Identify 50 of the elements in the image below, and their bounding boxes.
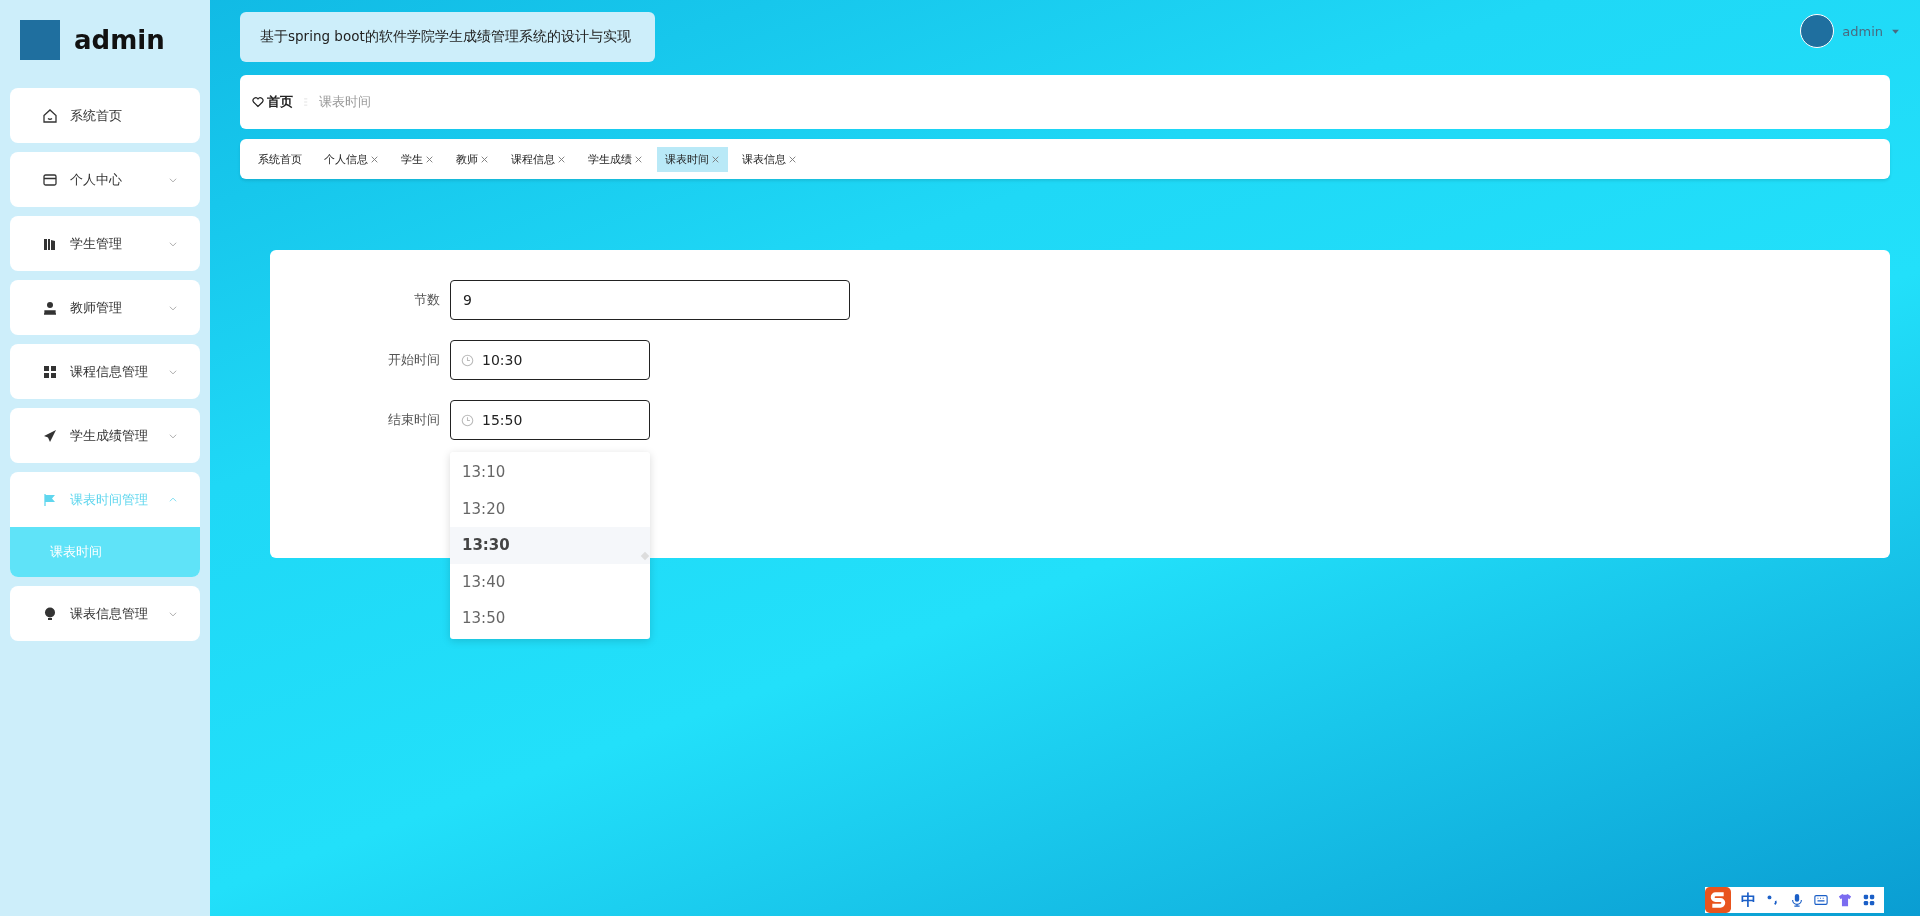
flag-icon	[42, 491, 58, 508]
person-stamp-icon	[42, 299, 58, 316]
app-title: 基于spring boot的软件学院学生成绩管理系统的设计与实现	[240, 12, 655, 62]
bulb-icon	[42, 605, 58, 622]
tab[interactable]: 个人信息	[316, 146, 387, 172]
breadcrumb-current: 课表时间	[319, 93, 371, 111]
dropdown-option[interactable]: 13:10	[450, 454, 650, 491]
keyboard-icon	[1814, 893, 1828, 907]
tab[interactable]: 学生	[393, 146, 442, 172]
scroll-thumb[interactable]	[640, 551, 650, 561]
heart-icon	[252, 96, 264, 108]
menu-item[interactable]: 个人中心	[10, 152, 200, 207]
dropdown-option[interactable]: 13:20	[450, 490, 650, 527]
field-label: 开始时间	[387, 351, 441, 369]
avatar-placeholder	[1800, 14, 1835, 48]
microphone-icon	[1790, 893, 1804, 907]
user-menu[interactable]: admin	[1800, 14, 1900, 48]
menu-item[interactable]: 系统首页	[10, 88, 200, 143]
apps-icon	[1862, 893, 1876, 907]
breadcrumb-link[interactable]: 首页	[267, 93, 293, 111]
tab[interactable]: 课程信息	[503, 146, 574, 172]
menu-item[interactable]: 教师管理	[10, 280, 200, 335]
tab[interactable]: 系统首页	[250, 146, 310, 172]
dropdown-option[interactable]: 13:30	[450, 527, 650, 564]
field-label: 节数	[413, 291, 441, 309]
clock-icon	[461, 413, 474, 427]
avatar-placeholder	[20, 20, 60, 60]
card-icon	[42, 171, 58, 188]
tab[interactable]: 课表时间	[657, 146, 728, 172]
dropdown-option[interactable]: 13:40	[450, 563, 650, 600]
ime-mode[interactable]: 中	[1741, 890, 1756, 910]
time-field[interactable]: 10:30	[450, 340, 650, 380]
home-icon	[42, 107, 58, 124]
input-field[interactable]: 9	[450, 280, 850, 320]
menu-item[interactable]: 学生成绩管理	[10, 408, 200, 463]
time-field[interactable]: 15:50	[450, 400, 650, 440]
grid-icon	[42, 363, 58, 380]
menu-item[interactable]: 课程信息管理	[10, 344, 200, 399]
shirt-icon	[1838, 893, 1852, 907]
paper-plane-icon	[42, 427, 58, 444]
field-label: 结束时间	[387, 411, 441, 429]
tab[interactable]: 教师	[448, 146, 497, 172]
tab[interactable]: 学生成绩	[580, 146, 651, 172]
punctuation-icon	[1766, 893, 1780, 907]
dropdown-option[interactable]: 13:50	[450, 600, 650, 637]
menu-item[interactable]: 学生管理	[10, 216, 200, 271]
clock-icon	[461, 353, 474, 367]
user-name: admin	[74, 25, 165, 55]
tab[interactable]: 课表信息	[734, 146, 805, 172]
menu-item[interactable]: 课表信息管理	[10, 586, 200, 641]
